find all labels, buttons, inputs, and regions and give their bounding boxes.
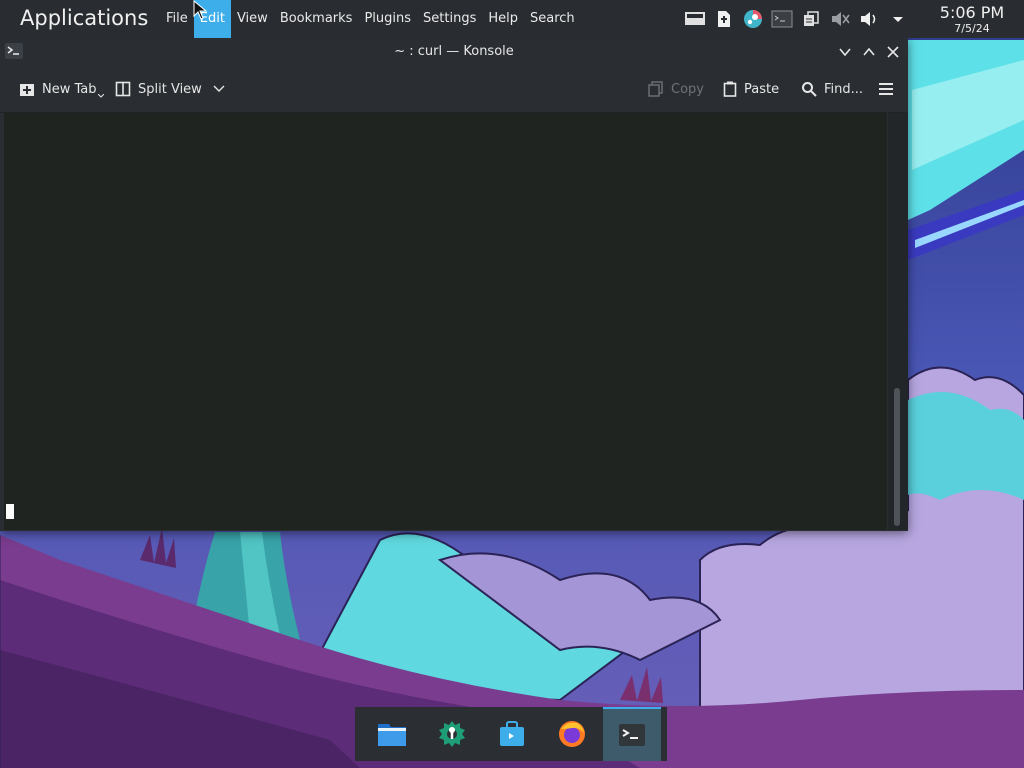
hamburger-menu-button[interactable] (878, 78, 894, 100)
clock-time: 5:06 PM (939, 3, 1005, 22)
system-settings-icon (439, 721, 465, 747)
split-view-button[interactable]: Split View (115, 78, 225, 100)
konsole-toolbar: New Tab Split View Copy Paste Find... (0, 66, 908, 113)
terminal-tray-icon[interactable] (771, 8, 793, 30)
maximize-button[interactable] (861, 44, 877, 60)
terminal-cursor (6, 504, 14, 519)
chevron-down-icon (213, 85, 225, 92)
global-menu: File Edit View Bookmarks Plugins Setting… (160, 0, 581, 38)
top-panel: Applications File Edit View Bookmarks Pl… (0, 0, 1024, 38)
firefox-icon (559, 721, 585, 747)
find-button[interactable]: Find... (801, 78, 863, 100)
taskbar (355, 707, 667, 761)
file-manager-icon (378, 724, 406, 746)
chevron-down-icon (97, 94, 104, 98)
window-titlebar[interactable]: ~ : curl — Konsole (0, 38, 908, 66)
task-konsole[interactable] (603, 707, 661, 761)
hamburger-menu-icon (879, 83, 893, 95)
chevron-up-icon (863, 47, 875, 56)
clock-date: 7/5/24 (954, 22, 990, 35)
close-icon (887, 46, 899, 58)
update-icon[interactable] (713, 8, 735, 30)
new-tab-icon (20, 84, 34, 96)
paste-icon (723, 81, 737, 97)
copy-label: Copy (671, 81, 704, 97)
konsole-icon (619, 724, 645, 746)
application-launcher[interactable]: Applications (20, 6, 148, 30)
menu-view[interactable]: View (231, 0, 274, 38)
clipboard-icon[interactable] (800, 8, 822, 30)
chevron-down-icon (839, 48, 851, 57)
steam-icon[interactable] (742, 8, 764, 30)
expand-tray-icon[interactable] (887, 8, 909, 30)
new-tab-button[interactable]: New Tab (19, 78, 104, 100)
menu-plugins[interactable]: Plugins (358, 0, 417, 38)
discover-icon (500, 721, 524, 746)
paste-button[interactable]: Paste (723, 78, 779, 100)
display-icon[interactable] (684, 8, 706, 30)
system-tray (684, 8, 909, 30)
search-icon (802, 82, 817, 97)
menu-bookmarks[interactable]: Bookmarks (274, 0, 359, 38)
menu-help[interactable]: Help (482, 0, 524, 38)
volume-icon[interactable] (858, 8, 880, 30)
scrollbar-thumb[interactable] (894, 388, 900, 526)
volume-muted-icon[interactable] (829, 8, 851, 30)
konsole-window: ~ : curl — Konsole New Tab Split View Co… (0, 38, 908, 531)
menu-settings[interactable]: Settings (417, 0, 482, 38)
task-system-settings[interactable] (423, 707, 481, 761)
paste-label: Paste (744, 81, 780, 97)
task-firefox[interactable] (543, 707, 601, 761)
menu-file[interactable]: File (160, 0, 194, 38)
copy-icon (648, 81, 663, 97)
minimize-button[interactable] (837, 44, 853, 60)
terminal-area[interactable] (4, 113, 887, 530)
split-view-icon (115, 81, 131, 97)
close-button[interactable] (885, 44, 901, 60)
mouse-pointer-icon (193, 0, 207, 20)
digital-clock[interactable]: 5:06 PM 7/5/24 (936, 3, 1008, 35)
copy-button[interactable]: Copy (648, 78, 704, 100)
menu-search[interactable]: Search (524, 0, 581, 38)
task-discover[interactable] (483, 707, 541, 761)
terminal-scrollbar[interactable] (888, 113, 908, 530)
split-view-label: Split View (138, 81, 202, 97)
new-tab-label: New Tab (42, 81, 97, 97)
task-file-manager[interactable] (363, 707, 421, 761)
find-label: Find... (824, 81, 864, 97)
window-title: ~ : curl — Konsole (394, 44, 514, 59)
